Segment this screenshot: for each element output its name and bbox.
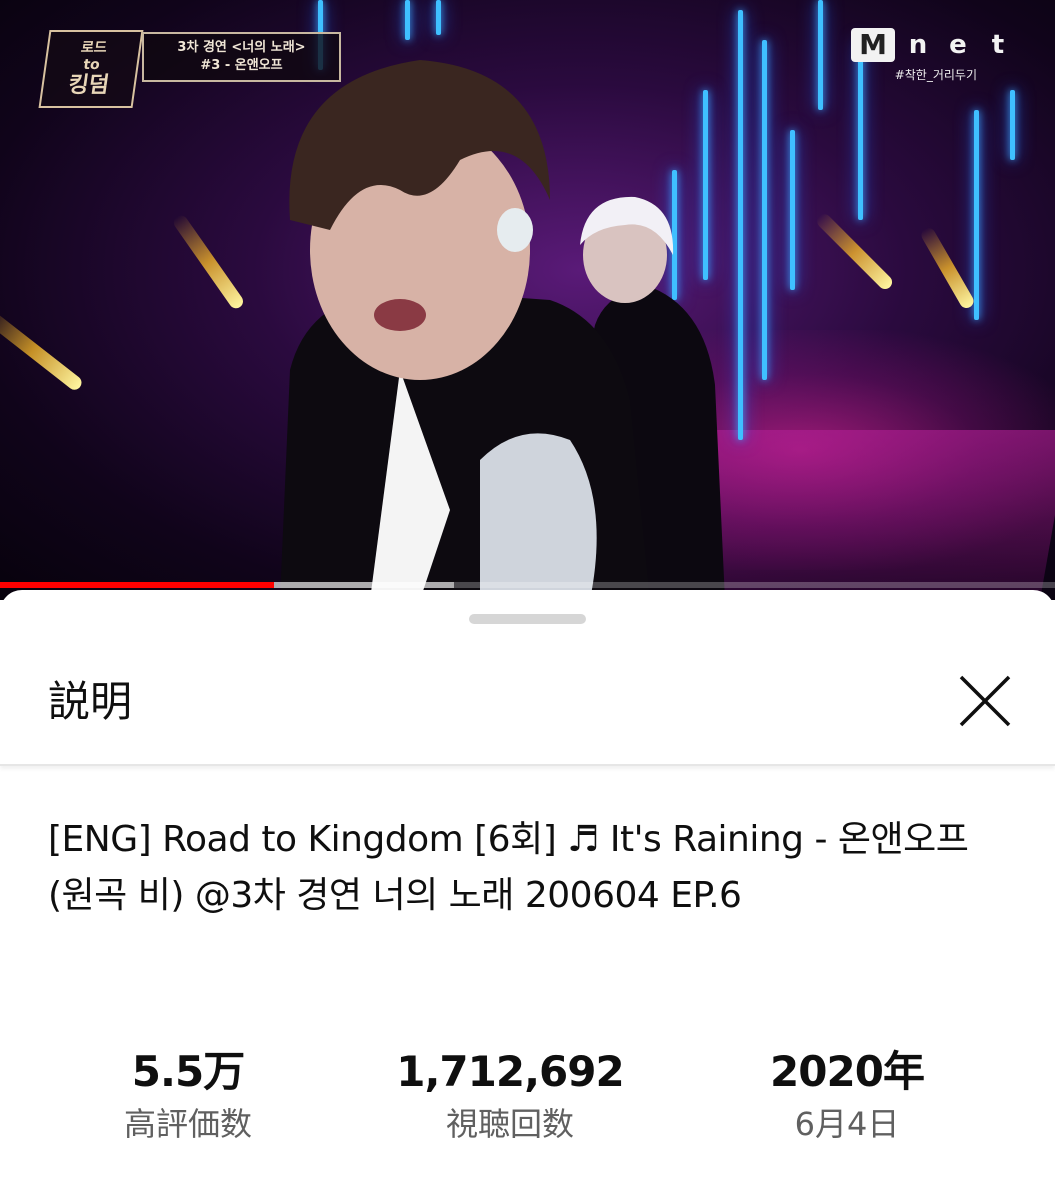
channel-logo-letter: t: [991, 30, 1005, 60]
stat-label: 高評価数: [123, 1105, 252, 1143]
neon-light: [436, 0, 441, 35]
neon-light: [858, 40, 863, 220]
video-title: [ENG] Road to Kingdom [6회] ♬ It's Rainin…: [48, 819, 969, 916]
stat-label: 6月4日: [794, 1105, 900, 1143]
stat-label: 視聴回数: [445, 1105, 574, 1143]
caption-line: #3 - 온앤오프: [200, 58, 283, 73]
neon-light: [738, 10, 743, 440]
channel-logo: M n e t: [851, 28, 1015, 62]
stat-value: 1,712,692: [396, 1047, 624, 1096]
show-logo-badge: 로드 to 킹덤: [38, 30, 144, 108]
close-button[interactable]: [950, 666, 1020, 736]
drag-handle[interactable]: [469, 614, 586, 624]
stat-date: 2020年 6月4日: [697, 1042, 997, 1146]
progress-bar[interactable]: [0, 582, 1055, 588]
channel-logo-letter: n: [908, 30, 928, 60]
channel-logo-letter: e: [949, 30, 967, 60]
spotlight-beam: [171, 212, 246, 312]
spotlight-beam: [918, 225, 977, 311]
sheet-header: 説明: [0, 646, 1055, 766]
stat-value: 2020年: [770, 1047, 925, 1096]
neon-light: [790, 130, 795, 290]
episode-caption: 3차 경연 <너의 노래> #3 - 온앤오프: [142, 32, 341, 82]
progress-played: [0, 582, 274, 588]
spotlight-beam: [0, 307, 85, 393]
spotlight-beam: [814, 211, 895, 292]
neon-light: [818, 0, 823, 110]
close-icon: [959, 675, 1011, 727]
stat-likes: 5.5万 高評価数: [38, 1042, 338, 1146]
description-sheet: 説明 [ENG] Road to Kingdom [6회] ♬ It's Rai…: [0, 590, 1055, 1200]
show-logo-line: 로드: [79, 40, 108, 56]
neon-light: [1010, 90, 1015, 160]
channel-hashtag: #착한_거리두기: [894, 68, 977, 82]
caption-line: 3차 경연 <너의 노래>: [177, 40, 306, 55]
neon-light: [405, 0, 410, 40]
video-player[interactable]: 로드 to 킹덤 3차 경연 <너의 노래> #3 - 온앤오프 M n e t…: [0, 0, 1055, 600]
neon-light: [974, 110, 979, 320]
stat-views: 1,712,692 視聴回数: [360, 1042, 660, 1146]
stat-value: 5.5万: [131, 1047, 245, 1096]
video-stats: 5.5万 高評価数 1,712,692 視聴回数 2020年 6月4日: [0, 1042, 1055, 1152]
sheet-title: 説明: [48, 677, 133, 726]
neon-light: [762, 40, 767, 380]
channel-logo-box: M: [851, 28, 895, 62]
performer-main-figure: [280, 60, 650, 600]
show-logo-line: to: [82, 57, 101, 73]
show-logo-line: 킹덤: [66, 73, 111, 98]
